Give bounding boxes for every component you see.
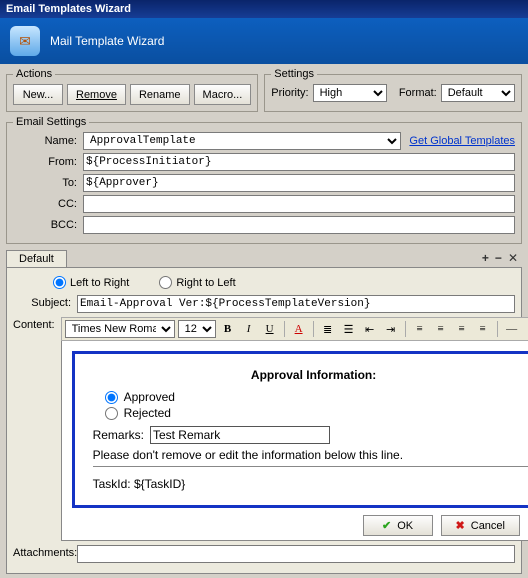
email-settings-legend: Email Settings — [13, 116, 89, 128]
toolbar-separator — [405, 321, 406, 337]
align-center-button[interactable]: ≡ — [432, 320, 450, 338]
rejected-radio[interactable] — [105, 407, 118, 420]
editor-body[interactable]: Approval Information: Approved Rejected … — [61, 341, 528, 541]
taskid-line: TaskId: ${TaskID} — [93, 477, 528, 491]
font-color-button[interactable]: A — [290, 320, 308, 338]
wizard-header: ✉ Mail Template Wizard — [0, 18, 528, 64]
actions-legend: Actions — [13, 68, 55, 80]
wizard-header-title: Mail Template Wizard — [50, 34, 164, 48]
outdent-button[interactable]: ⇤ — [361, 320, 379, 338]
priority-select[interactable]: High — [313, 84, 387, 102]
underline-button[interactable]: U — [261, 320, 279, 338]
direction-rtl[interactable]: Right to Left — [159, 276, 235, 289]
settings-group: Settings Priority: High Format: Default — [264, 68, 522, 112]
approved-radio[interactable] — [105, 391, 118, 404]
rtl-radio[interactable] — [159, 276, 172, 289]
to-input[interactable] — [83, 174, 515, 192]
tab-default[interactable]: Default — [6, 250, 67, 267]
ok-button[interactable]: ✔ OK — [363, 515, 433, 536]
cancel-button[interactable]: ✖ Cancel — [441, 515, 520, 536]
horizontal-rule-button[interactable]: — — [503, 320, 521, 338]
cc-input[interactable] — [83, 195, 515, 213]
name-label: Name: — [13, 135, 83, 147]
align-left-button[interactable]: ≡ — [411, 320, 429, 338]
from-label: From: — [13, 156, 83, 168]
attachments-label: Attachments: — [13, 545, 77, 559]
bullet-list-button[interactable]: ≣ — [319, 320, 337, 338]
font-size-select[interactable]: 12 — [178, 320, 216, 338]
settings-legend: Settings — [271, 68, 317, 80]
approved-label: Approved — [124, 390, 175, 404]
subject-label: Subject: — [13, 295, 77, 309]
to-label: To: — [13, 177, 83, 189]
dialog-footer: ✔ OK ✖ Cancel — [363, 515, 520, 536]
window-titlebar: Email Templates Wizard — [0, 0, 528, 18]
new-button[interactable]: New... — [13, 84, 63, 105]
remarks-input[interactable] — [150, 426, 330, 444]
noedit-warning: Please don't remove or edit the informat… — [93, 448, 528, 462]
direction-ltr[interactable]: Left to Right — [53, 276, 129, 289]
attachments-input[interactable] — [77, 545, 515, 563]
approval-heading: Approval Information: — [93, 368, 528, 382]
tab-add-icon[interactable]: + — [482, 251, 489, 265]
number-list-button[interactable]: ☰ — [340, 320, 358, 338]
actions-group: Actions New... Remove Rename Macro... — [6, 68, 258, 112]
remarks-label: Remarks: — [93, 428, 144, 442]
ltr-radio[interactable] — [53, 276, 66, 289]
bcc-input[interactable] — [83, 216, 515, 234]
tab-bar: Default + − ✕ — [6, 248, 522, 268]
remove-button[interactable]: Remove — [67, 84, 126, 105]
get-global-templates-link[interactable]: Get Global Templates — [409, 135, 515, 147]
subject-input[interactable] — [77, 295, 515, 313]
italic-button[interactable]: I — [240, 320, 258, 338]
cross-icon: ✖ — [456, 519, 465, 532]
divider — [93, 466, 528, 467]
align-justify-button[interactable]: ≡ — [474, 320, 492, 338]
mail-wizard-icon: ✉ — [10, 26, 40, 56]
editor-toolbar: Times New Roman 12 B I U A ≣ ☰ ⇤ ⇥ — [61, 317, 528, 341]
format-label: Format: — [399, 87, 437, 99]
from-input[interactable] — [83, 153, 515, 171]
toolbar-separator — [497, 321, 498, 337]
font-family-select[interactable]: Times New Roman — [65, 320, 175, 338]
cc-label: CC: — [13, 198, 83, 210]
macro-button[interactable]: Macro... — [194, 84, 252, 105]
bcc-label: BCC: — [13, 219, 83, 231]
bold-button[interactable]: B — [219, 320, 237, 338]
email-settings-group: Email Settings Name: ApprovalTemplate Ge… — [6, 116, 522, 244]
indent-button[interactable]: ⇥ — [382, 320, 400, 338]
insert-image-button[interactable]: ▦ — [524, 320, 528, 338]
tab-close-icon[interactable]: ✕ — [508, 251, 518, 265]
toolbar-separator — [313, 321, 314, 337]
approval-box: Approval Information: Approved Rejected … — [72, 351, 528, 508]
rename-button[interactable]: Rename — [130, 84, 190, 105]
tab-remove-icon[interactable]: − — [495, 251, 502, 265]
priority-label: Priority: — [271, 87, 308, 99]
check-icon: ✔ — [382, 519, 391, 532]
toolbar-separator — [284, 321, 285, 337]
content-label: Content: — [13, 317, 61, 331]
rejected-label: Rejected — [124, 406, 171, 420]
format-select[interactable]: Default — [441, 84, 515, 102]
align-right-button[interactable]: ≡ — [453, 320, 471, 338]
window-title: Email Templates Wizard — [6, 3, 131, 15]
name-select[interactable]: ApprovalTemplate — [83, 132, 401, 150]
